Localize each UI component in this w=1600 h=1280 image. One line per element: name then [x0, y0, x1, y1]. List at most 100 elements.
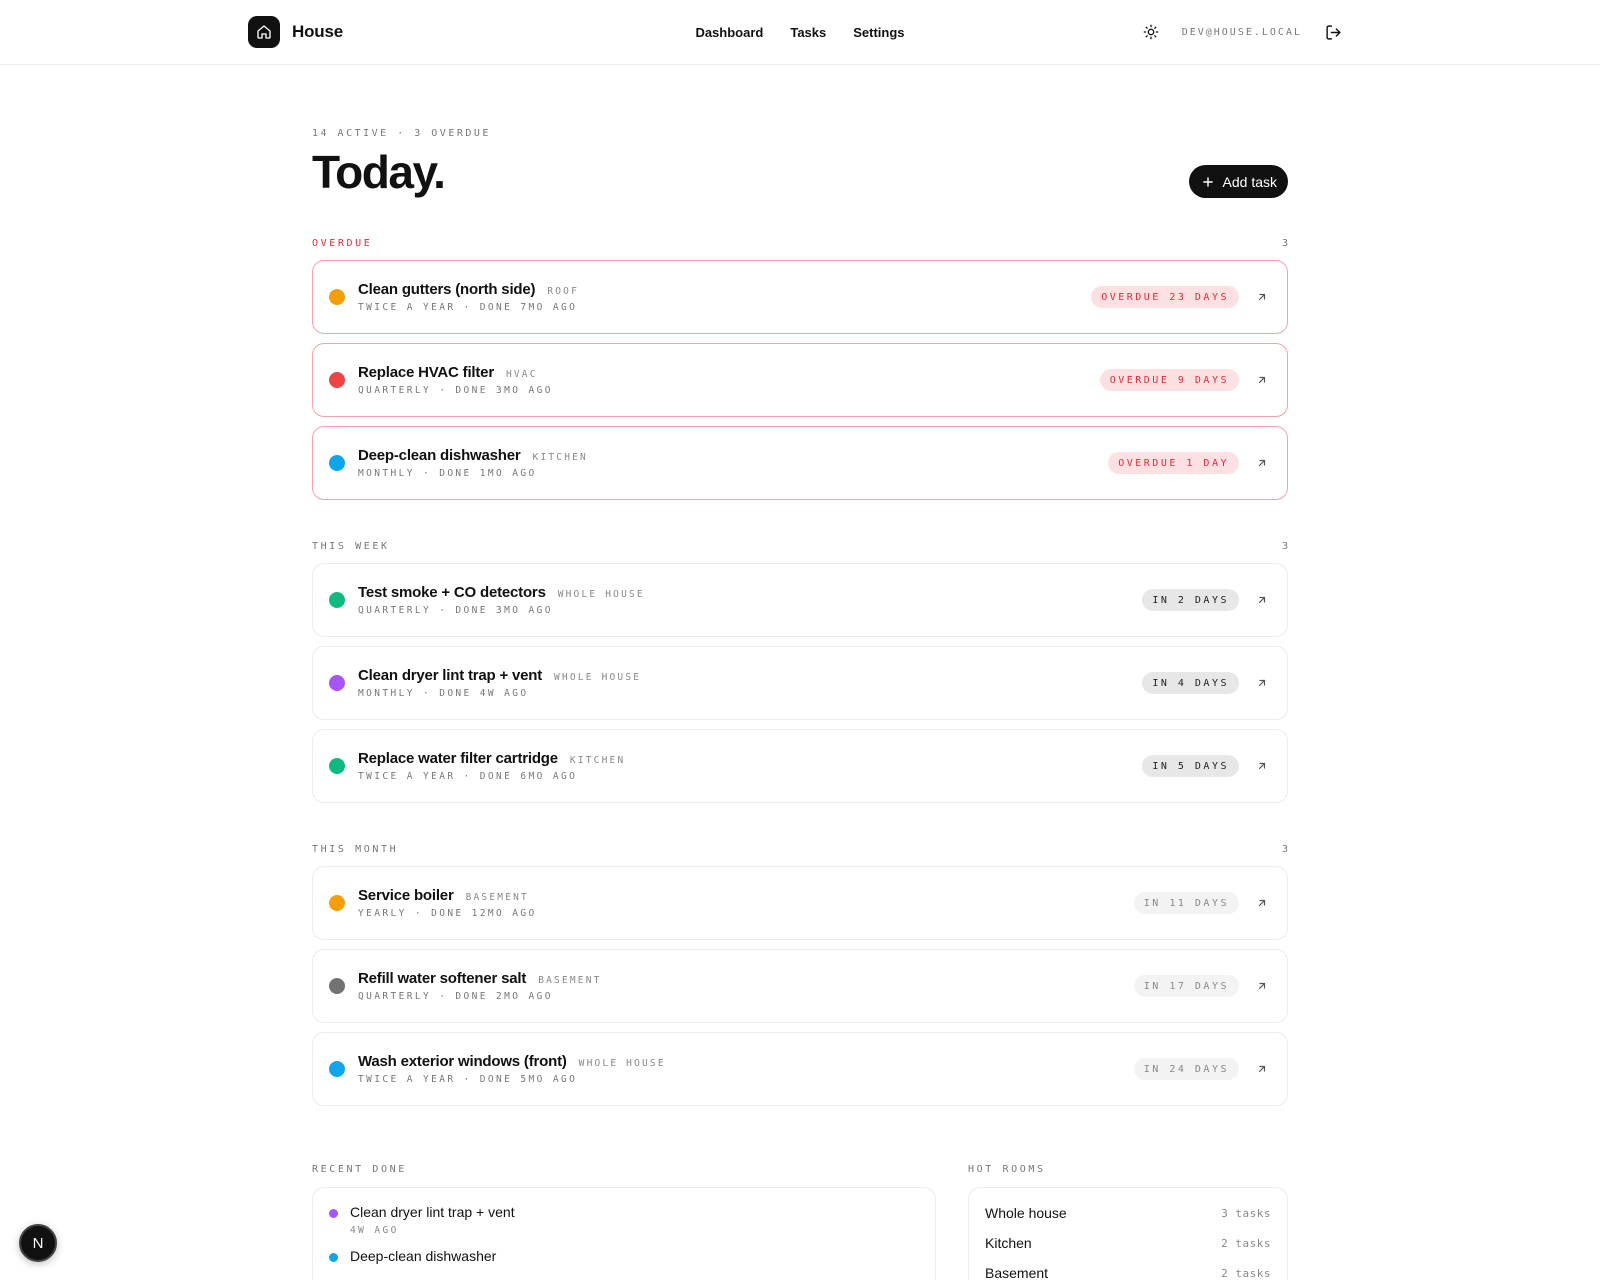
open-arrow-icon[interactable]	[1253, 371, 1271, 389]
recent-done-panel: Clean dryer lint trap + vent 4W AGO Deep-c…	[312, 1187, 936, 1280]
task-room: WHOLE HOUSE	[578, 1058, 666, 1069]
logout-icon[interactable]	[1322, 21, 1344, 43]
sun-icon[interactable]	[1140, 21, 1162, 43]
task-list: Clean gutters (north side) ROOF TWICE A YE…	[312, 260, 1288, 500]
room-row[interactable]: Whole house 3 tasks	[985, 1198, 1271, 1228]
recent-ago: 4W AGO	[350, 1225, 399, 1236]
status-dot	[329, 978, 345, 994]
open-arrow-icon[interactable]	[1253, 757, 1271, 775]
add-task-button[interactable]: Add task	[1188, 165, 1288, 198]
task-text: Clean gutters (north side) ROOF TWICE A YE…	[358, 281, 579, 313]
recent-done: RECENT DONE Clean dryer lint trap + vent…	[312, 1164, 936, 1280]
open-arrow-icon[interactable]	[1253, 894, 1271, 912]
task-title-row: Replace HVAC filter HVAC	[358, 364, 553, 381]
task-actions: OVERDUE 9 DAYS	[1099, 369, 1271, 391]
section-label: THIS MONTH	[312, 843, 399, 855]
task-actions: OVERDUE 1 DAY	[1108, 452, 1271, 474]
task-title-row: Clean gutters (north side) ROOF	[358, 281, 579, 298]
status-dot	[329, 1061, 345, 1077]
due-badge: IN 24 DAYS	[1133, 1058, 1239, 1080]
status-dot	[329, 758, 345, 774]
task-meta: QUARTERLY · DONE 3MO AGO	[358, 385, 553, 396]
recent-dot	[329, 1209, 338, 1218]
section-this-week: THIS WEEK 3 Test smoke + CO detectors WHOLE…	[312, 538, 1288, 803]
status-dot	[329, 675, 345, 691]
task-meta: TWICE A YEAR · DONE 6MO AGO	[358, 771, 578, 782]
task-meta: QUARTERLY · DONE 2MO AGO	[358, 991, 553, 1002]
task-text: Wash exterior windows (front) WHOLE HOUSE…	[358, 1053, 666, 1085]
room-count: 3 tasks	[1221, 1206, 1271, 1220]
task-title: Clean dryer lint trap + vent	[358, 667, 543, 684]
open-arrow-icon[interactable]	[1253, 454, 1271, 472]
task-card[interactable]: Clean dryer lint trap + vent WHOLE HOUSE M…	[312, 646, 1288, 720]
task-room: KITCHEN	[532, 452, 588, 463]
task-room: ROOF	[547, 286, 579, 297]
nav-dashboard[interactable]: Dashboard	[695, 25, 763, 40]
task-actions: IN 2 DAYS	[1142, 589, 1271, 611]
task-title: Wash exterior windows (front)	[358, 1053, 567, 1070]
due-badge: IN 17 DAYS	[1133, 975, 1239, 997]
task-title: Deep-clean dishwasher	[358, 447, 521, 464]
task-meta: TWICE A YEAR · DONE 5MO AGO	[358, 1074, 578, 1085]
task-card[interactable]: Clean gutters (north side) ROOF TWICE A YE…	[312, 260, 1288, 334]
task-card[interactable]: Replace HVAC filter HVAC QUARTERLY · DONE …	[312, 343, 1288, 417]
due-badge: IN 11 DAYS	[1133, 892, 1239, 914]
brand-name: House	[292, 22, 343, 41]
recent-title: Clean dryer lint trap + vent	[350, 1204, 515, 1220]
task-card[interactable]: Deep-clean dishwasher KITCHEN MONTHLY · DO…	[312, 426, 1288, 500]
task-list: Service boiler BASEMENT YEARLY · DONE 12MO…	[312, 866, 1288, 1106]
open-arrow-icon[interactable]	[1253, 674, 1271, 692]
task-card[interactable]: Service boiler BASEMENT YEARLY · DONE 12MO…	[312, 866, 1288, 940]
task-actions: IN 11 DAYS	[1133, 892, 1271, 914]
section-overdue: OVERDUE 3 Clean gutters (north side) ROOF TW…	[312, 235, 1288, 500]
main-content: 14 ACTIVE · 3 OVERDUE Today. Add task OV…	[312, 128, 1288, 1106]
task-meta: MONTHLY · DONE 1MO AGO	[358, 468, 537, 479]
hot-rooms-label: HOT ROOMS	[968, 1164, 1046, 1175]
status-dot	[329, 895, 345, 911]
recent-item[interactable]: Deep-clean dishwasher	[329, 1248, 919, 1264]
recent-title: Deep-clean dishwasher	[350, 1248, 497, 1264]
user-email: DEV@HOUSE.LOCAL	[1181, 26, 1302, 38]
due-badge: OVERDUE 9 DAYS	[1099, 369, 1239, 391]
room-count: 2 tasks	[1221, 1266, 1271, 1280]
section-count: 3	[1281, 843, 1288, 855]
task-text: Clean dryer lint trap + vent WHOLE HOUSE M…	[358, 667, 641, 699]
hot-rooms: HOT ROOMS Whole house 3 tasks Kitchen 2 tas…	[968, 1164, 1288, 1280]
open-arrow-icon[interactable]	[1253, 977, 1271, 995]
task-title-row: Clean dryer lint trap + vent WHOLE HOUSE	[358, 667, 641, 684]
recent-item[interactable]: Clean dryer lint trap + vent 4W AGO	[329, 1204, 919, 1236]
nav-settings[interactable]: Settings	[853, 25, 904, 40]
room-row[interactable]: Kitchen 2 tasks	[985, 1228, 1271, 1258]
due-badge: IN 5 DAYS	[1142, 755, 1239, 777]
task-title: Replace HVAC filter	[358, 364, 494, 381]
task-sections: OVERDUE 3 Clean gutters (north side) ROOF TW…	[312, 235, 1288, 1106]
task-title: Clean gutters (north side)	[358, 281, 536, 298]
task-title: Refill water softener salt	[358, 970, 527, 987]
page-title: Today.	[312, 146, 446, 198]
task-card[interactable]: Test smoke + CO detectors WHOLE HOUSE QUAR…	[312, 563, 1288, 637]
task-actions: IN 5 DAYS	[1142, 755, 1271, 777]
due-badge: OVERDUE 23 DAYS	[1091, 286, 1239, 308]
add-task-label: Add task	[1222, 173, 1277, 190]
room-name: Whole house	[985, 1205, 1067, 1221]
task-room: WHOLE HOUSE	[557, 589, 645, 600]
task-room: BASEMENT	[538, 975, 602, 986]
top-bar: House Dashboard Tasks Settings DEV@HOUSE…	[0, 0, 1600, 65]
task-room: HVAC	[505, 369, 538, 380]
recent-dot	[329, 1253, 338, 1262]
task-room: KITCHEN	[569, 755, 626, 766]
recent-done-label: RECENT DONE	[312, 1164, 407, 1175]
open-arrow-icon[interactable]	[1253, 288, 1271, 306]
open-arrow-icon[interactable]	[1253, 591, 1271, 609]
task-title: Replace water filter cartridge	[358, 750, 558, 767]
open-arrow-icon[interactable]	[1253, 1060, 1271, 1078]
nav-tasks[interactable]: Tasks	[790, 25, 826, 40]
dev-tools-badge[interactable]: N	[19, 1224, 57, 1262]
room-row[interactable]: Basement 2 tasks	[985, 1258, 1271, 1280]
task-card[interactable]: Wash exterior windows (front) WHOLE HOUSE…	[312, 1032, 1288, 1106]
task-card[interactable]: Refill water softener salt BASEMENT QUARTE…	[312, 949, 1288, 1023]
brand[interactable]: House	[248, 16, 343, 48]
task-card[interactable]: Replace water filter cartridge KITCHEN TWI…	[312, 729, 1288, 803]
task-text: Replace HVAC filter HVAC QUARTERLY · DONE …	[358, 364, 553, 396]
task-title-row: Replace water filter cartridge KITCHEN	[358, 750, 625, 767]
